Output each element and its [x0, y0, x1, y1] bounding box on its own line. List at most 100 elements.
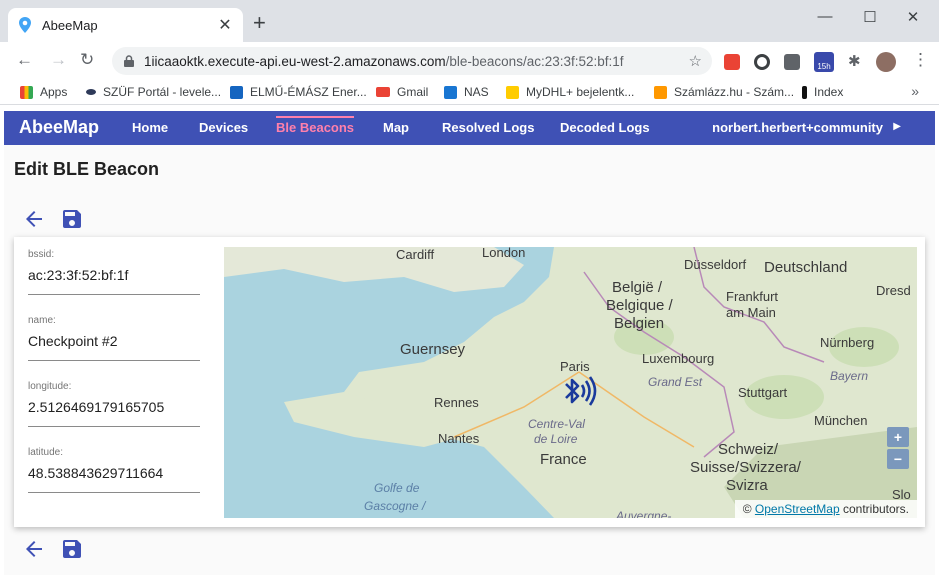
- close-tab-icon[interactable]: ✕: [217, 15, 233, 35]
- bookmark-label: Index: [814, 85, 844, 99]
- bookmark-elmu[interactable]: ELMŰ-ÉMÁSZ Ener...: [230, 85, 367, 99]
- bookmark-label: ELMŰ-ÉMÁSZ Ener...: [250, 85, 367, 99]
- caret-right-icon[interactable]: ▶: [893, 121, 901, 132]
- address-bar[interactable]: 1iicaaoktk.execute-api.eu-west-2.amazona…: [112, 47, 712, 75]
- lock-icon: [124, 55, 134, 67]
- map-label: Gascogne /: [364, 499, 426, 513]
- profile-avatar[interactable]: [876, 52, 896, 72]
- nav-home[interactable]: Home: [132, 120, 168, 135]
- nav-devices[interactable]: Devices: [199, 120, 248, 135]
- browser-toolbar: ← → ↻ 1iicaaoktk.execute-api.eu-west-2.a…: [0, 42, 939, 80]
- latitude-field[interactable]: latitude: 48.538843629711664: [28, 447, 200, 493]
- index-icon: [802, 85, 807, 99]
- map-label: Bayern: [830, 369, 869, 383]
- map-label: am Main: [726, 305, 776, 320]
- latitude-label: latitude:: [28, 447, 64, 458]
- maximize-icon[interactable]: ☐: [860, 8, 880, 26]
- bookmark-gmail[interactable]: Gmail: [376, 85, 428, 99]
- url-host: 1iicaaoktk.execute-api.eu-west-2.amazona…: [144, 53, 446, 69]
- bookmark-star-icon[interactable]: ☆: [689, 52, 702, 70]
- app-navbar: AbeeMap Home Devices Ble Beacons Map Res…: [4, 111, 935, 145]
- map-label: Guernsey: [400, 341, 466, 358]
- bookmark-label: Gmail: [397, 85, 429, 99]
- extension-circle-icon[interactable]: [754, 54, 770, 70]
- map-label: Belgique /: [606, 297, 673, 314]
- forward-icon[interactable]: →: [50, 51, 67, 69]
- longitude-value: 2.5126469179165705: [28, 399, 165, 415]
- attribution-text: contributors.: [842, 502, 909, 516]
- bookmark-nas[interactable]: NAS: [444, 85, 489, 99]
- minimize-icon[interactable]: —: [815, 8, 835, 25]
- map-label: France: [540, 451, 587, 468]
- extension-pdf-icon[interactable]: [724, 54, 740, 70]
- bookmark-szuf[interactable]: SZÜF Portál - levele...: [86, 85, 221, 99]
- bookmark-index[interactable]: Index: [802, 85, 843, 99]
- attribution-copyright: ©: [742, 502, 752, 516]
- longitude-label: longitude:: [28, 381, 72, 392]
- map-label: Deutschland: [764, 259, 848, 276]
- zoom-out-button[interactable]: −: [887, 449, 909, 469]
- elmu-icon: [230, 85, 243, 99]
- bookmarks-overflow-icon[interactable]: »: [911, 83, 919, 99]
- tab-title: AbeeMap: [42, 17, 98, 33]
- map-label: Rennes: [434, 395, 479, 410]
- bookmark-szamlazz[interactable]: Számlázz.hu - Szám...: [654, 85, 794, 99]
- back-arrow-icon[interactable]: [22, 207, 46, 231]
- map-label: Auvergne-: [616, 509, 672, 518]
- bluetooth-beacon-icon[interactable]: [562, 375, 600, 409]
- map-label: de Loire: [534, 432, 578, 446]
- nav-ble-beacons[interactable]: Ble Beacons: [276, 116, 355, 135]
- szamlazz-icon: [654, 85, 667, 99]
- menu-kebab-icon[interactable]: ⋮: [912, 51, 929, 69]
- name-field[interactable]: name: Checkpoint #2: [28, 315, 200, 361]
- extension-calendar-icon[interactable]: 15h: [814, 52, 834, 72]
- bookmark-mydhl[interactable]: MyDHL+ bejelentk...: [506, 85, 634, 99]
- back-arrow-icon-bottom[interactable]: [22, 537, 46, 561]
- bookmark-label: SZÜF Portál - levele...: [103, 85, 222, 99]
- user-menu[interactable]: norbert.herbert+community: [712, 120, 883, 135]
- back-icon[interactable]: ←: [16, 51, 33, 69]
- nas-icon: [444, 85, 457, 99]
- bookmark-label: NAS: [464, 85, 489, 99]
- extensions-puzzle-icon[interactable]: ✱: [848, 52, 864, 70]
- extension-badge: 15h: [817, 62, 831, 71]
- nav-map[interactable]: Map: [383, 120, 409, 135]
- bookmark-apps[interactable]: Apps: [20, 85, 67, 99]
- longitude-field[interactable]: longitude: 2.5126469179165705: [28, 381, 200, 427]
- window-close-icon[interactable]: ✕: [903, 8, 923, 26]
- save-icon-bottom[interactable]: [60, 537, 84, 561]
- extension-lightbulb-icon[interactable]: [784, 54, 800, 70]
- new-tab-icon[interactable]: +: [253, 12, 266, 34]
- map-view[interactable]: Cardiff London Düsseldorf Deutschland Dr…: [224, 247, 917, 518]
- map-attribution: © OpenStreetMap contributors.: [734, 500, 917, 518]
- reload-icon[interactable]: ↻: [80, 51, 94, 69]
- map-label: Luxembourg: [642, 351, 715, 366]
- map-label: Dresd: [876, 283, 911, 298]
- szuf-icon: [86, 89, 96, 95]
- map-label: Nürnberg: [820, 335, 875, 350]
- nav-resolved-logs[interactable]: Resolved Logs: [442, 120, 534, 135]
- dhl-icon: [506, 85, 519, 99]
- brand-logo[interactable]: AbeeMap: [19, 117, 99, 138]
- map-label: Düsseldorf: [684, 257, 747, 272]
- name-label: name:: [28, 315, 56, 326]
- save-icon[interactable]: [60, 207, 84, 231]
- browser-tab[interactable]: AbeeMap ✕: [8, 8, 243, 42]
- map-label: België /: [612, 279, 663, 296]
- bssid-field[interactable]: bssid: ac:23:3f:52:bf:1f: [28, 249, 200, 295]
- bssid-value: ac:23:3f:52:bf:1f: [28, 267, 129, 283]
- osm-link[interactable]: OpenStreetMap: [755, 502, 840, 516]
- page-content: Edit BLE Beacon bssid: ac:23:3f:52:bf:1f…: [4, 145, 935, 575]
- bssid-label: bssid:: [28, 249, 55, 260]
- map-label: Stuttgart: [738, 385, 788, 400]
- map-label: Svizra: [726, 477, 768, 494]
- browser-tab-bar: AbeeMap ✕ + — ☐ ✕: [0, 0, 939, 42]
- map-label: Belgien: [614, 315, 665, 332]
- zoom-in-button[interactable]: +: [887, 427, 909, 447]
- nav-decoded-logs[interactable]: Decoded Logs: [560, 120, 650, 135]
- latitude-value: 48.538843629711664: [28, 465, 164, 481]
- map-label: Centre-Val: [528, 417, 585, 431]
- beacon-form-card: bssid: ac:23:3f:52:bf:1f name: Checkpoin…: [14, 237, 925, 527]
- name-value: Checkpoint #2: [28, 333, 118, 349]
- bookmarks-bar: Apps SZÜF Portál - levele... ELMŰ-ÉMÁSZ …: [0, 80, 939, 105]
